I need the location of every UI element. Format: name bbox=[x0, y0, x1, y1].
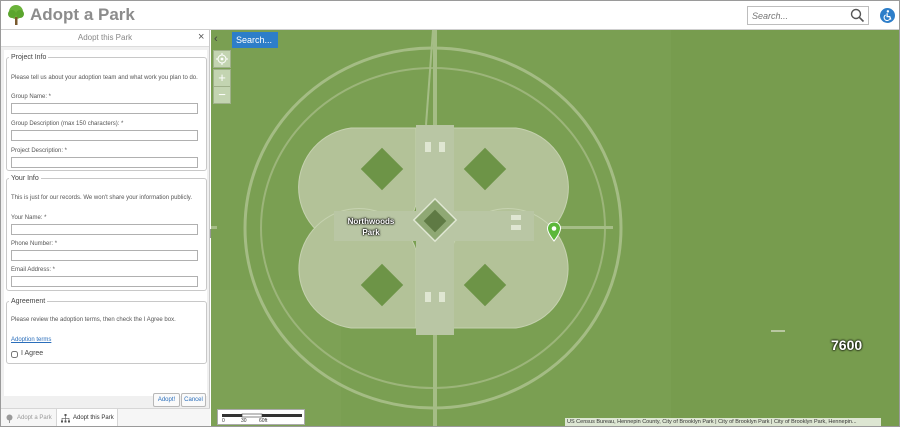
app-window: Adopt a Park Adopt this Park × Project I… bbox=[0, 0, 900, 427]
tree-logo-icon bbox=[8, 5, 24, 25]
your-info-legend: Your Info bbox=[11, 175, 39, 182]
scale-label-30: 30 bbox=[241, 418, 247, 424]
panel-tabs: Adopt a Park Adopt this Park bbox=[1, 408, 210, 426]
tab-adopt-a-park[interactable]: Adopt a Park bbox=[1, 409, 56, 426]
project-info-legend: Project Info bbox=[11, 54, 47, 61]
map-view[interactable]: ‹ Search... + − Northwoods Park 7600 0 3… bbox=[211, 30, 899, 426]
project-info-section: Project Info Please tell us about your a… bbox=[6, 54, 207, 171]
chevron-left-icon[interactable]: ‹ bbox=[214, 33, 218, 46]
park-label-line1: Northwoods bbox=[347, 217, 395, 226]
project-info-hint: Please tell us about your adoption team … bbox=[11, 75, 198, 81]
close-icon[interactable]: × bbox=[198, 31, 204, 44]
panel-header: Adopt this Park × bbox=[1, 30, 209, 47]
tab-label: Adopt a Park bbox=[17, 415, 52, 421]
agree-label[interactable]: I Agree bbox=[21, 350, 43, 357]
scale-label-60: 60ft bbox=[259, 418, 268, 424]
cancel-button[interactable]: Cancel bbox=[181, 393, 206, 407]
your-name-field[interactable] bbox=[11, 224, 198, 235]
zoom-out-button[interactable]: − bbox=[213, 86, 231, 104]
project-description-field[interactable] bbox=[11, 157, 198, 168]
group-description-field[interactable] bbox=[11, 130, 198, 141]
park-label-line2: Park bbox=[362, 228, 380, 237]
project-description-label: Project Description: * bbox=[11, 148, 68, 154]
scale-bar: 0 30 60ft bbox=[217, 409, 305, 425]
scale-label-0: 0 bbox=[222, 418, 225, 424]
phone-label: Phone Number: * bbox=[11, 241, 58, 247]
agree-checkbox[interactable] bbox=[11, 351, 18, 358]
map-search-button[interactable]: Search... bbox=[232, 32, 278, 48]
adopt-button[interactable]: Adopt! bbox=[153, 393, 180, 407]
group-name-field[interactable] bbox=[11, 103, 198, 114]
your-name-label: Your Name: * bbox=[11, 215, 47, 221]
your-info-section: Your Info This is just for our records. … bbox=[6, 175, 207, 291]
accessibility-icon[interactable] bbox=[880, 8, 895, 23]
email-label: Email Address: * bbox=[11, 267, 56, 273]
adoption-terms-link[interactable]: Adoption terms bbox=[11, 337, 51, 343]
phone-field[interactable] bbox=[11, 250, 198, 261]
map-pin-icon[interactable] bbox=[547, 222, 561, 242]
search-input[interactable] bbox=[748, 7, 848, 24]
app-title: Adopt a Park bbox=[30, 5, 135, 24]
park-label: Northwoods Park bbox=[331, 216, 411, 238]
your-info-hint: This is just for our records. We won't s… bbox=[11, 195, 192, 201]
search-icon[interactable] bbox=[850, 8, 865, 23]
group-name-label: Group Name: * bbox=[11, 94, 52, 100]
zoom-in-button[interactable]: + bbox=[213, 69, 231, 87]
agreement-hint: Please review the adoption terms, then c… bbox=[11, 317, 176, 323]
adoption-form: Project Info Please tell us about your a… bbox=[4, 50, 207, 407]
email-field[interactable] bbox=[11, 276, 198, 287]
tab-label: Adopt this Park bbox=[73, 415, 114, 421]
address-number-label: 7600 bbox=[831, 337, 863, 353]
tree-icon bbox=[6, 414, 13, 423]
agreement-section: Agreement Please review the adoption ter… bbox=[6, 298, 207, 364]
side-panel: Adopt this Park × Project Info Please te… bbox=[1, 30, 210, 426]
panel-title: Adopt this Park bbox=[77, 33, 133, 42]
map-attribution: US Census Bureau, Hennepin County, City … bbox=[565, 418, 881, 426]
agreement-legend: Agreement bbox=[11, 298, 46, 305]
locate-button[interactable] bbox=[213, 50, 231, 68]
crosshair-icon bbox=[216, 53, 228, 65]
group-description-label: Group Description (max 150 characters): … bbox=[11, 121, 124, 127]
tab-adopt-this-park[interactable]: Adopt this Park bbox=[56, 409, 118, 426]
app-header: Adopt a Park bbox=[1, 1, 899, 30]
hierarchy-icon bbox=[61, 414, 70, 423]
search-box[interactable] bbox=[747, 6, 869, 25]
